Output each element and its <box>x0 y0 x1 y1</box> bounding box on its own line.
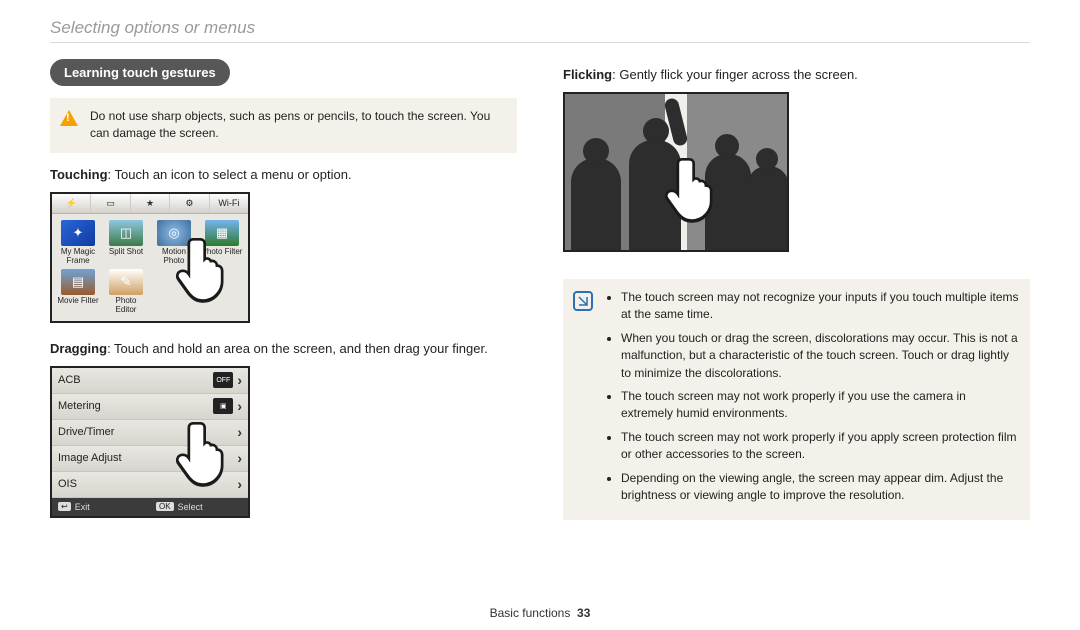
info-item: Depending on the viewing angle, the scre… <box>621 470 1020 505</box>
camera-tabbar: ⚡ ▭ ★ ⚙ Wi-Fi <box>52 194 248 214</box>
dragging-figure: ACBOFF› Metering▣› Drive/Timer› Image Ad… <box>50 366 250 518</box>
footer-section: Basic functions <box>490 606 571 620</box>
row-acb[interactable]: ACBOFF› <box>52 368 248 394</box>
divider <box>50 42 1030 43</box>
page-header: Selecting options or menus <box>50 18 1030 38</box>
page-number: 33 <box>577 606 590 620</box>
chevron-right-icon: › <box>237 372 242 388</box>
select-button[interactable]: OKSelect <box>150 498 248 516</box>
chevron-right-icon: › <box>237 450 242 466</box>
hand-pointer-icon <box>172 418 232 488</box>
chevron-right-icon: › <box>237 398 242 414</box>
info-item: The touch screen may not work properly i… <box>621 388 1020 423</box>
flicking-desc: : Gently flick your finger across the sc… <box>612 67 858 82</box>
tab-flash-icon[interactable]: ⚡ <box>52 194 91 213</box>
warning-text: Do not use sharp objects, such as pens o… <box>90 108 507 143</box>
exit-button[interactable]: ↩Exit <box>52 498 150 516</box>
dragging-heading: Dragging: Touch and hold an area on the … <box>50 341 517 356</box>
tab-album-icon[interactable]: ▭ <box>91 194 130 213</box>
tab-favorites-icon[interactable]: ★ <box>131 194 170 213</box>
flicking-label: Flicking <box>563 67 612 82</box>
hand-pointer-icon <box>661 154 721 224</box>
hand-pointer-icon <box>172 234 232 304</box>
dragging-label: Dragging <box>50 341 107 356</box>
touching-heading: Touching: Touch an icon to select a menu… <box>50 167 517 182</box>
info-item: When you touch or drag the screen, disco… <box>621 330 1020 382</box>
back-key-icon: ↩ <box>58 502 71 511</box>
chevron-right-icon: › <box>237 476 242 492</box>
ok-key-icon: OK <box>156 502 174 511</box>
warning-icon <box>60 110 78 126</box>
flicking-heading: Flicking: Gently flick your finger acros… <box>563 67 1030 82</box>
right-column: Flicking: Gently flick your finger acros… <box>563 59 1030 534</box>
touching-label: Touching <box>50 167 108 182</box>
app-my-magic-frame[interactable]: ✦My Magic Frame <box>56 220 100 266</box>
info-list: The touch screen may not recognize your … <box>605 289 1020 510</box>
row-metering[interactable]: Metering▣› <box>52 394 248 420</box>
tab-settings-icon[interactable]: ⚙ <box>170 194 209 213</box>
info-icon <box>573 291 593 311</box>
chevron-right-icon: › <box>237 424 242 440</box>
touching-figure: ⚡ ▭ ★ ⚙ Wi-Fi ✦My Magic Frame ◫Split Sho… <box>50 192 250 323</box>
touching-desc: : Touch an icon to select a menu or opti… <box>108 167 352 182</box>
page-footer: Basic functions 33 <box>0 606 1080 620</box>
section-badge: Learning touch gestures <box>50 59 230 86</box>
flicking-figure <box>563 92 789 252</box>
app-photo-editor[interactable]: ✎Photo Editor <box>104 269 148 315</box>
tab-wifi[interactable]: Wi-Fi <box>210 194 248 213</box>
info-item: The touch screen may not recognize your … <box>621 289 1020 324</box>
app-split-shot[interactable]: ◫Split Shot <box>104 220 148 266</box>
info-note: The touch screen may not recognize your … <box>563 279 1030 520</box>
dragging-desc: : Touch and hold an area on the screen, … <box>107 341 488 356</box>
acb-off-indicator: OFF <box>213 372 233 388</box>
info-item: The touch screen may not work properly i… <box>621 429 1020 464</box>
left-column: Learning touch gestures Do not use sharp… <box>50 59 517 534</box>
metering-indicator-icon: ▣ <box>213 398 233 414</box>
settings-footer: ↩Exit OKSelect <box>52 498 248 516</box>
app-movie-filter[interactable]: ▤Movie Filter <box>56 269 100 315</box>
warning-note: Do not use sharp objects, such as pens o… <box>50 98 517 153</box>
